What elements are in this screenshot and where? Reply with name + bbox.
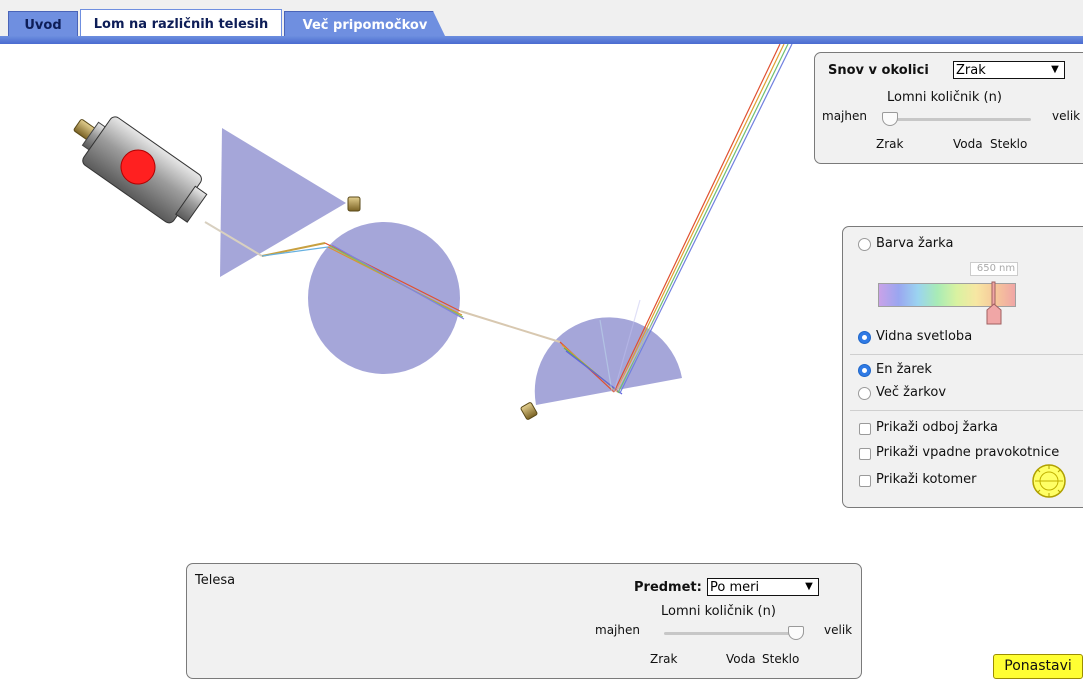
tab-intro-label: Uvod	[24, 18, 62, 33]
show-normals-label: Prikaži vpadne pravokotnice	[876, 445, 1060, 460]
protractor-icon	[1032, 464, 1066, 498]
ray-color-radio[interactable]	[858, 238, 871, 251]
laser-pointer[interactable]	[61, 101, 214, 232]
environment-tick-air: Zrak	[876, 137, 904, 151]
show-protractor-checkbox[interactable]	[859, 475, 871, 487]
visible-light-label: Vidna svetloba	[876, 329, 973, 344]
tab-bending-shapes-label: Lom na različnih telesih	[93, 17, 269, 32]
wavelength-value: 650	[976, 263, 996, 274]
chevron-down-icon: ▼	[805, 581, 813, 592]
object-tick-glass: Steklo	[762, 652, 800, 666]
visible-light-radio[interactable]	[858, 331, 871, 344]
tab-underline	[0, 36, 1083, 44]
environment-slider-track[interactable]	[886, 118, 1031, 121]
show-protractor-label: Prikaži kotomer	[876, 472, 977, 487]
one-ray-radio[interactable]	[858, 364, 871, 377]
object-tick-water: Voda	[726, 652, 756, 666]
object-index-label: Lomni količnik (n)	[661, 604, 776, 619]
many-rays-label: Več žarkov	[876, 385, 947, 400]
tab-more-tools-label: Več pripomočkov	[302, 18, 428, 33]
chevron-down-icon: ▼	[1051, 64, 1059, 75]
environment-select[interactable]: Zrak ▼	[953, 61, 1065, 79]
objects-title: Telesa	[195, 573, 236, 588]
object-label: Predmet:	[634, 580, 702, 595]
ray-color-label: Barva žarka	[876, 236, 954, 251]
tab-bending-shapes[interactable]: Lom na različnih telesih	[80, 9, 282, 39]
wavelength-field[interactable]: 650 nm	[970, 262, 1018, 276]
object-high-label: velik	[824, 623, 853, 637]
many-rays-radio[interactable]	[858, 387, 871, 400]
semicircle-resize-handle[interactable]	[520, 402, 538, 420]
separator	[850, 410, 1083, 411]
one-ray-label: En žarek	[876, 362, 932, 377]
show-normals-checkbox[interactable]	[859, 448, 871, 460]
tab-bar: Uvod Lom na različnih telesih Več pripom…	[0, 0, 1083, 44]
triangle-resize-handle[interactable]	[347, 196, 361, 212]
environment-select-value: Zrak	[956, 63, 986, 78]
separator	[850, 354, 1083, 355]
circle-lens[interactable]	[308, 222, 460, 374]
object-low-label: majhen	[595, 623, 640, 637]
object-material-select[interactable]: Po meri ▼	[707, 578, 819, 596]
environment-high-label: velik	[1052, 109, 1081, 123]
object-tick-air: Zrak	[650, 652, 678, 666]
environment-tick-water: Voda	[953, 137, 983, 151]
tab-intro[interactable]: Uvod	[8, 11, 78, 38]
environment-tick-glass: Steklo	[990, 137, 1028, 151]
wavelength-slider-thumb[interactable]	[984, 280, 1004, 326]
reset-button[interactable]: Ponastavi	[993, 654, 1083, 679]
semicircle-lens[interactable]	[534, 317, 682, 405]
show-reflections-checkbox[interactable]	[859, 423, 871, 435]
object-slider-track[interactable]	[664, 632, 804, 635]
wavelength-unit: nm	[999, 263, 1016, 274]
object-material-value: Po meri	[710, 580, 760, 595]
environment-title: Snov v okolici	[828, 63, 929, 78]
environment-low-label: majhen	[822, 109, 867, 123]
environment-index-label: Lomni količnik (n)	[887, 90, 1002, 105]
tab-more-tools[interactable]: Več pripomočkov	[284, 11, 446, 38]
show-reflections-label: Prikaži odboj žarka	[876, 420, 998, 435]
